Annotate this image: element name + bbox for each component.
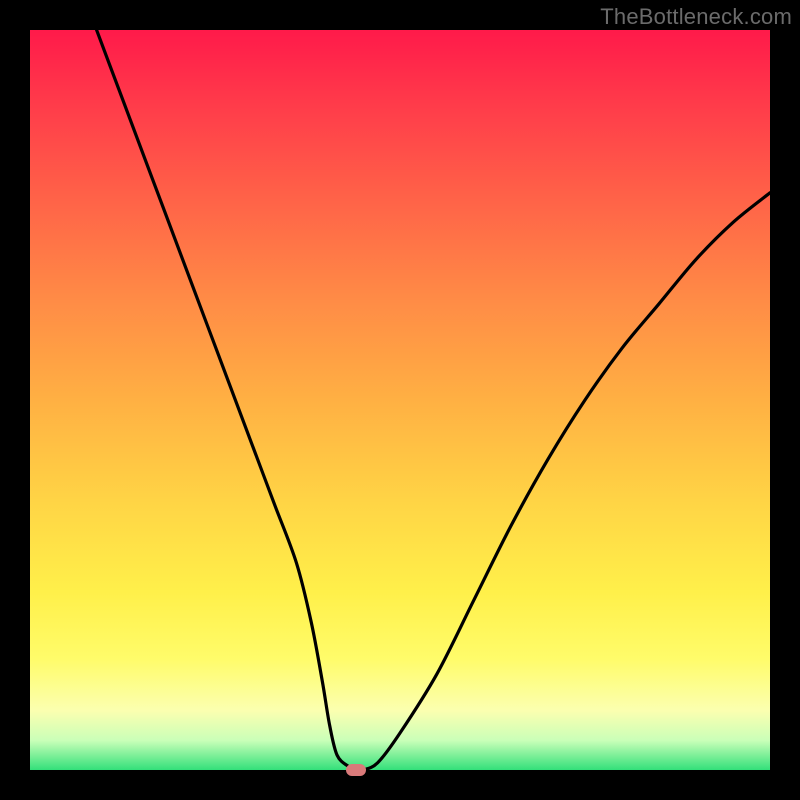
watermark-text: TheBottleneck.com [600, 4, 792, 30]
bottleneck-curve [30, 30, 770, 770]
plot-area [30, 30, 770, 770]
chart-frame: TheBottleneck.com [0, 0, 800, 800]
optimal-point-marker [346, 764, 366, 776]
